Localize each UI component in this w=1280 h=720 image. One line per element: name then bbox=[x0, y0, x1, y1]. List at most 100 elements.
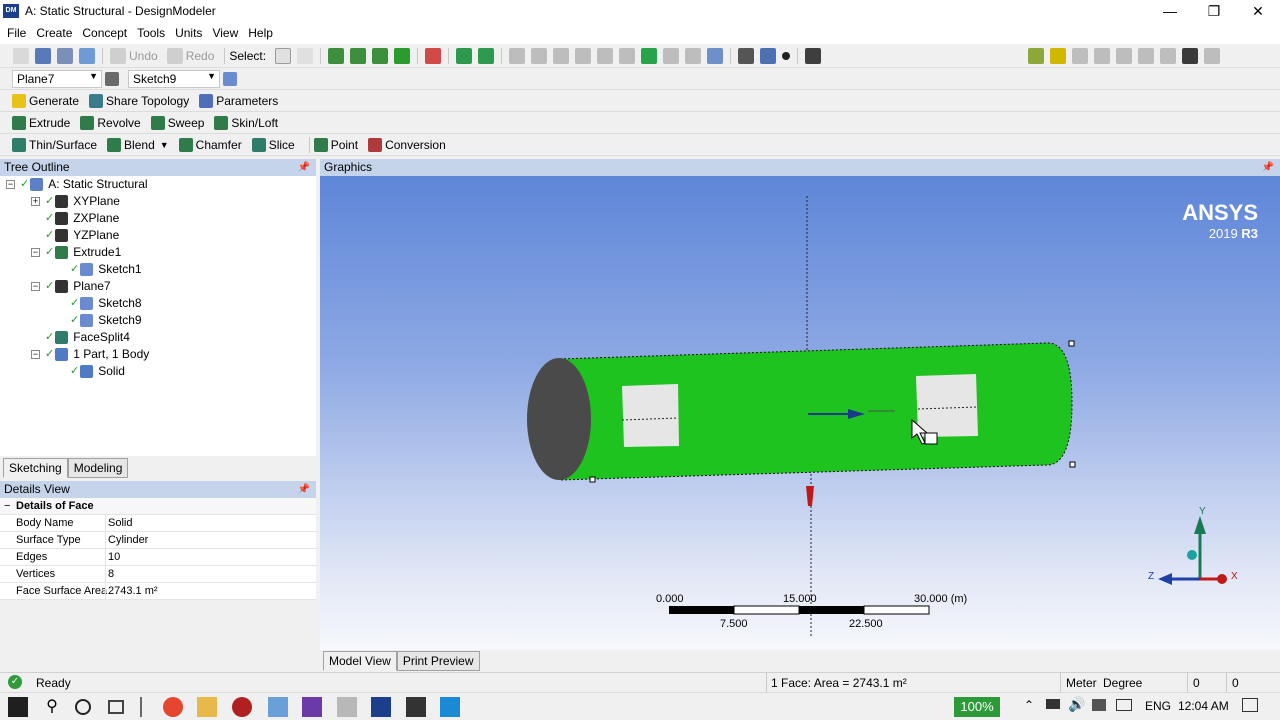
app-icon[interactable] bbox=[440, 697, 460, 717]
cortana-icon[interactable] bbox=[75, 699, 91, 715]
show-vertices-icon[interactable] bbox=[1204, 47, 1220, 64]
chevron-up-icon[interactable]: ⌃ bbox=[1024, 698, 1034, 712]
new-sketch-icon[interactable] bbox=[223, 71, 237, 86]
select-mode-icon[interactable] bbox=[275, 47, 292, 64]
tree-node-yzplane[interactable]: ✓ YZPlane bbox=[45, 227, 119, 244]
redo-button[interactable]: Redo bbox=[186, 49, 215, 63]
zoom-badge[interactable]: 100% bbox=[954, 697, 1000, 717]
tree-node-sketch9[interactable]: ✓ Sketch9 bbox=[70, 312, 142, 329]
menu-create[interactable]: Create bbox=[36, 26, 72, 40]
close-icon[interactable]: ✕ bbox=[1236, 0, 1280, 22]
zoom-in-icon[interactable] bbox=[575, 47, 592, 64]
plane-select[interactable]: Plane7 ▼ bbox=[12, 69, 102, 88]
generate-button[interactable]: Generate bbox=[12, 93, 79, 108]
media-icon[interactable] bbox=[232, 697, 252, 717]
windows-start-icon[interactable] bbox=[8, 697, 28, 717]
edge-display-3-icon[interactable] bbox=[1116, 47, 1132, 64]
tree-node-facesplit4[interactable]: ✓ FaceSplit4 bbox=[45, 329, 130, 346]
tree-node-plane7[interactable]: ✓ Plane7 bbox=[45, 278, 111, 295]
status-unit-length[interactable]: Meter bbox=[1066, 676, 1097, 690]
clock[interactable]: 12:04 AM bbox=[1178, 699, 1229, 713]
details-row[interactable]: Face Surface Area 2743.1 m² bbox=[0, 583, 316, 600]
look-at-icon[interactable] bbox=[805, 47, 822, 64]
task-view-icon[interactable] bbox=[108, 700, 124, 714]
select-edge-icon[interactable] bbox=[350, 47, 367, 64]
edge-display-2-icon[interactable] bbox=[1094, 47, 1110, 64]
thin-surface-button[interactable]: Thin/Surface bbox=[12, 137, 97, 152]
tab-modeling[interactable]: Modeling bbox=[67, 458, 129, 478]
details-row[interactable]: Vertices 8 bbox=[0, 566, 316, 583]
wireframe-icon[interactable] bbox=[1182, 47, 1198, 64]
display-point-icon[interactable] bbox=[782, 51, 791, 60]
magnifier-icon[interactable] bbox=[663, 47, 680, 64]
graph-icon[interactable] bbox=[1028, 47, 1044, 64]
details-row[interactable]: Surface Type Cylinder bbox=[0, 532, 316, 549]
pin-icon[interactable]: 📌 bbox=[298, 481, 310, 498]
rotate-icon[interactable] bbox=[509, 47, 526, 64]
new-icon[interactable] bbox=[13, 47, 29, 64]
conversion-button[interactable]: Conversion bbox=[368, 137, 446, 152]
notifications-icon[interactable] bbox=[1242, 698, 1258, 712]
redo-icon[interactable] bbox=[166, 47, 183, 64]
select-none-icon[interactable] bbox=[478, 47, 495, 64]
pin-icon[interactable]: 📌 bbox=[1262, 159, 1274, 176]
new-plane-icon[interactable] bbox=[105, 71, 119, 86]
tree-node-solid[interactable]: ✓ Solid bbox=[70, 363, 125, 380]
restore-icon[interactable]: ❐ bbox=[1192, 0, 1236, 22]
menu-view[interactable]: View bbox=[212, 26, 238, 40]
battery-icon[interactable] bbox=[1046, 699, 1060, 709]
menu-help[interactable]: Help bbox=[248, 26, 273, 40]
menu-file[interactable]: File bbox=[7, 26, 26, 40]
collapse-icon[interactable]: − bbox=[31, 350, 40, 359]
box-zoom-icon[interactable] bbox=[619, 47, 636, 64]
select-type-icon[interactable] bbox=[297, 47, 314, 64]
details-row[interactable]: Edges 10 bbox=[0, 549, 316, 566]
edge-display-4-icon[interactable] bbox=[1138, 47, 1154, 64]
notepad-icon[interactable] bbox=[268, 697, 288, 717]
share-topology-button[interactable]: Share Topology bbox=[89, 93, 189, 108]
tab-sketching[interactable]: Sketching bbox=[3, 458, 68, 478]
chrome-icon[interactable] bbox=[163, 697, 183, 717]
workbench-icon[interactable] bbox=[337, 697, 357, 717]
tab-print-preview[interactable]: Print Preview bbox=[396, 651, 480, 671]
minimize-icon[interactable]: — bbox=[1148, 0, 1192, 22]
point-button[interactable]: Point bbox=[313, 137, 358, 152]
tree-node-sketch8[interactable]: ✓ Sketch8 bbox=[70, 295, 142, 312]
tree-node-zxplane[interactable]: ✓ ZXPlane bbox=[45, 210, 119, 227]
save-as-icon[interactable] bbox=[57, 47, 73, 64]
tree-node-xyplane[interactable]: ✓ XYPlane bbox=[45, 193, 120, 210]
file-explorer-icon[interactable] bbox=[197, 697, 217, 717]
previous-view-icon[interactable] bbox=[685, 47, 702, 64]
status-unit-angle[interactable]: Degree bbox=[1103, 676, 1142, 690]
zoom-to-fit-icon[interactable] bbox=[641, 47, 658, 64]
zoom-out-icon[interactable] bbox=[597, 47, 614, 64]
chamfer-button[interactable]: Chamfer bbox=[178, 137, 242, 152]
skin-loft-button[interactable]: Skin/Loft bbox=[214, 115, 278, 130]
graphics-viewport[interactable]: ANSYS 2019 R3 0.000 15.000 30.000 (m) 7.… bbox=[320, 176, 1280, 650]
details-row[interactable]: Body Name Solid bbox=[0, 515, 316, 532]
save-icon[interactable] bbox=[35, 47, 51, 64]
pan-icon[interactable] bbox=[531, 47, 548, 64]
tree-node-sketch1[interactable]: ✓ Sketch1 bbox=[70, 261, 142, 278]
keyboard-icon[interactable] bbox=[1116, 699, 1132, 711]
model-canvas[interactable] bbox=[320, 176, 1280, 650]
blend-button[interactable]: Blend ▼ bbox=[107, 137, 169, 152]
tree-node-extrude1[interactable]: ✓ Extrude1 bbox=[45, 244, 121, 261]
store-icon[interactable] bbox=[406, 697, 426, 717]
slice-button[interactable]: Slice bbox=[251, 137, 295, 152]
select-body-icon[interactable] bbox=[394, 47, 411, 64]
search-icon[interactable]: ⚲ bbox=[42, 697, 62, 717]
export-icon[interactable] bbox=[79, 47, 95, 64]
sweep-button[interactable]: Sweep bbox=[150, 115, 204, 130]
details-group[interactable]: − Details of Face bbox=[0, 498, 316, 515]
collapse-icon[interactable]: − bbox=[6, 180, 15, 189]
tree-node-parts[interactable]: ✓ 1 Part, 1 Body bbox=[45, 346, 149, 363]
menu-tools[interactable]: Tools bbox=[137, 26, 165, 40]
select-face-icon[interactable] bbox=[372, 47, 389, 64]
tab-model-view[interactable]: Model View bbox=[323, 651, 397, 671]
extrude-button[interactable]: Extrude bbox=[12, 115, 70, 130]
select-all-icon[interactable] bbox=[456, 47, 473, 64]
edge-coloring-icon[interactable] bbox=[1050, 47, 1066, 64]
sketch-select[interactable]: Sketch9 ▼ bbox=[128, 69, 220, 88]
triad-icon[interactable] bbox=[738, 47, 755, 64]
